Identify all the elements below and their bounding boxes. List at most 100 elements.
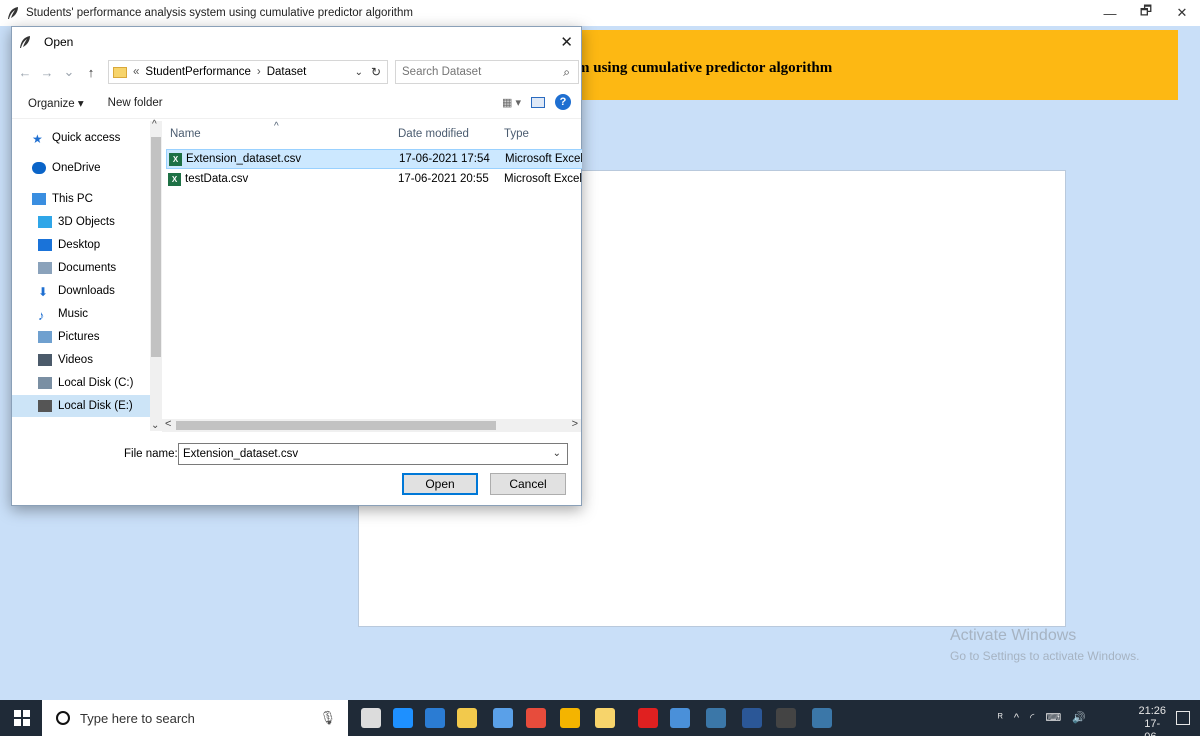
edge-icon[interactable]	[393, 708, 413, 728]
file-name-dropdown-icon[interactable]: ⌄	[553, 448, 561, 459]
forward-button[interactable]: →	[38, 65, 56, 80]
column-header-name[interactable]: Name	[170, 121, 201, 147]
nav-item-documents[interactable]: Documents	[12, 257, 150, 279]
nav-item-onedrive[interactable]: OneDrive	[12, 157, 150, 179]
nav-scroll-thumb[interactable]	[151, 137, 161, 357]
windows-start-icon[interactable]	[14, 710, 30, 726]
music-icon: ♪	[38, 308, 45, 323]
file-row[interactable]: XtestData.csv 17-06-2021 20:55 Microsoft E…	[166, 170, 582, 190]
microphone-icon[interactable]: 🎙	[319, 710, 336, 726]
nav-item-local-disk-c[interactable]: Local Disk (C:)	[12, 372, 150, 394]
word-icon[interactable]	[742, 708, 762, 728]
cube-icon	[38, 216, 52, 228]
window-controls: — 🗗 ✕	[1092, 0, 1200, 26]
notification-icon[interactable]	[1176, 711, 1190, 725]
nav-item-label: Music	[58, 308, 89, 320]
minimize-button[interactable]: —	[1092, 0, 1128, 26]
breadcrumb-studentperformance[interactable]: StudentPerformance	[145, 66, 250, 78]
explorer-icon[interactable]	[595, 708, 615, 728]
hscroll-thumb[interactable]	[176, 421, 496, 430]
sort-indicator-icon: ^	[274, 121, 279, 132]
taskbar-search-text[interactable]: Type here to search	[80, 711, 195, 726]
open-button[interactable]: Open	[402, 473, 478, 495]
open-file-dialog: Open ✕ ← → ⌄ ↑ « StudentPerformance › Da…	[11, 26, 582, 506]
tray-icons[interactable]: ᴿ ^ ◜ ⌨ 🔊	[998, 711, 1090, 724]
file-name: testData.csv	[185, 173, 249, 185]
nav-item-label: Pictures	[58, 331, 100, 343]
nav-item-downloads[interactable]: ⬇ Downloads	[12, 280, 150, 302]
taskbar: Type here to search 🎙 ᴿ ^ ◜ ⌨ 🔊 21:26 17…	[0, 700, 1200, 736]
up-folder-button[interactable]: ↑	[82, 65, 100, 80]
navigation-pane: ★ Quick access OneDrive This PC 3D Objects De…	[12, 121, 150, 431]
cortana-icon	[56, 711, 70, 725]
nav-item-music[interactable]: ♪ Music	[12, 303, 150, 325]
close-button[interactable]: ✕	[1164, 0, 1200, 26]
mail-icon[interactable]	[425, 708, 445, 728]
python-icon[interactable]	[706, 708, 726, 728]
column-header-type[interactable]: Type	[504, 121, 529, 147]
nav-item-3d-objects[interactable]: 3D Objects	[12, 211, 150, 233]
activation-watermark: Activate Windows Go to Settings to activ…	[950, 627, 1139, 663]
clock[interactable]: 21:26 17-06-2021	[1138, 705, 1166, 736]
download-icon: ⬇	[38, 285, 49, 299]
nav-item-label: This PC	[52, 193, 93, 205]
task-view-icon[interactable]	[361, 708, 381, 728]
hscroll-left-icon[interactable]: <	[165, 418, 171, 430]
disk-e-icon	[38, 400, 52, 412]
search-input[interactable]	[402, 66, 552, 78]
desktop-icon	[38, 239, 52, 251]
nav-item-label: Desktop	[58, 239, 101, 251]
column-header-date-modified[interactable]: Date modified	[398, 121, 469, 147]
recent-locations-button[interactable]: ⌄	[60, 64, 78, 80]
help-icon[interactable]: ?	[555, 94, 571, 110]
nav-scroll-down-icon[interactable]: ⌄	[151, 420, 159, 431]
file-name-input[interactable]	[183, 448, 543, 460]
nav-item-desktop[interactable]: Desktop	[12, 234, 150, 256]
organize-menu[interactable]: Organize ▾	[28, 96, 84, 110]
terminal-icon[interactable]	[776, 708, 796, 728]
change-view-icon[interactable]: ▦ ▾	[502, 96, 521, 109]
file-name-combobox: ⌄	[178, 443, 568, 465]
new-folder-button[interactable]: New folder	[108, 97, 163, 109]
maximize-button[interactable]: 🗗	[1128, 0, 1164, 26]
file-list-horizontal-scrollbar[interactable]: < >	[162, 418, 581, 432]
dialog-close-button[interactable]: ✕	[560, 33, 573, 51]
breadcrumb-dataset[interactable]: Dataset	[267, 66, 307, 78]
cancel-button[interactable]: Cancel	[490, 473, 566, 495]
search-icon[interactable]: ⌕	[563, 65, 570, 80]
address-bar[interactable]: « StudentPerformance › Dataset ⌄ ↻	[108, 60, 388, 84]
chrome-icon[interactable]	[560, 708, 580, 728]
command-bar: Organize ▾ New folder ▦ ▾ ?	[12, 87, 581, 119]
paint-icon[interactable]	[670, 708, 690, 728]
nav-scroll-up-icon[interactable]: ^	[152, 119, 157, 130]
refresh-icon[interactable]: ↻	[371, 65, 381, 79]
nav-item-local-disk-e[interactable]: Local Disk (E:)	[12, 395, 150, 417]
address-row: ← → ⌄ ↑ « StudentPerformance › Dataset ⌄…	[12, 57, 581, 87]
excel-file-icon: X	[168, 173, 181, 186]
file-type: Microsoft Excel C	[504, 173, 582, 185]
nav-item-pictures[interactable]: Pictures	[12, 326, 150, 348]
banner-title: m using cumulative predictor algorithm	[577, 60, 833, 76]
nav-pane-scrollbar[interactable]: ^ ⌄	[150, 119, 162, 431]
file-row[interactable]: X Extension_dataset.csv 17-06-2021 17:54 Mi…	[166, 149, 582, 169]
nav-item-quick-access[interactable]: ★ Quick access	[12, 127, 150, 149]
nav-item-videos[interactable]: Videos	[12, 349, 150, 371]
search-box: ⌕	[395, 60, 579, 84]
clock-date: 17-06-2021	[1144, 718, 1161, 736]
media-icon[interactable]	[526, 708, 546, 728]
watermark-line-2: Go to Settings to activate Windows.	[950, 649, 1140, 663]
app-titlebar: Students' performance analysis system us…	[0, 0, 1200, 26]
address-prefix[interactable]: «	[133, 66, 139, 78]
store-icon[interactable]	[457, 708, 477, 728]
nav-item-label: Videos	[58, 354, 93, 366]
taskbar-search[interactable]: Type here to search 🎙	[42, 700, 348, 736]
address-dropdown-icon[interactable]: ⌄	[355, 67, 363, 78]
preview-pane-icon[interactable]	[531, 96, 545, 108]
pen-icon[interactable]	[493, 708, 513, 728]
back-button[interactable]: ←	[16, 65, 34, 80]
hscroll-right-icon[interactable]: >	[572, 418, 578, 430]
python-app-icon[interactable]	[812, 708, 832, 728]
document-icon	[38, 262, 52, 274]
acrobat-icon[interactable]	[638, 708, 658, 728]
nav-item-this-pc[interactable]: This PC	[12, 188, 150, 210]
